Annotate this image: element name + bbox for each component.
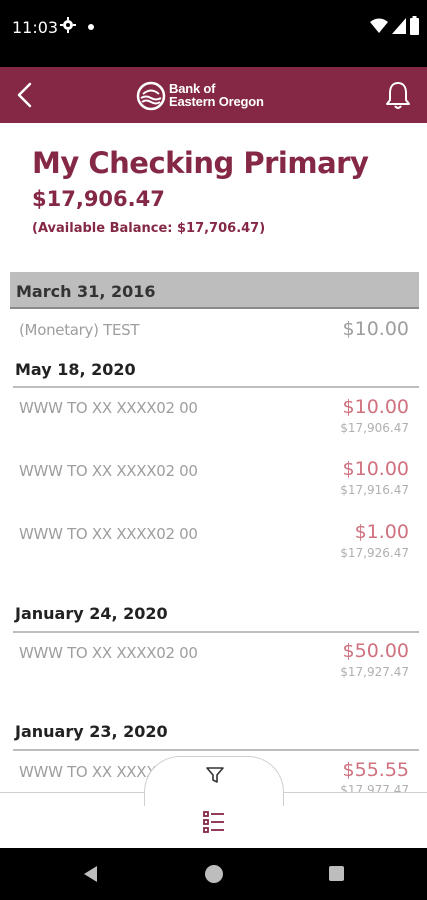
transaction-description: WWW TO XX XXXX02 00 xyxy=(19,525,198,543)
transaction-amount: $10.00 xyxy=(342,318,409,340)
available-balance: (Available Balance: $17,706.47) xyxy=(32,221,266,236)
system-nav-bar xyxy=(0,848,427,900)
bell-icon[interactable] xyxy=(384,80,412,110)
running-balance: $17,906.47 xyxy=(340,421,409,435)
bank-logo-mark-icon xyxy=(136,81,166,111)
transaction-amount: $10.00 xyxy=(342,458,409,480)
running-balance: $17,926.47 xyxy=(340,546,409,560)
bank-name-line2: Eastern Oregon xyxy=(169,94,264,109)
transaction-amount: $10.00 xyxy=(342,396,409,418)
divider xyxy=(13,386,419,388)
divider xyxy=(13,749,419,751)
divider xyxy=(13,631,419,633)
status-time: 11:03 xyxy=(12,18,59,37)
transaction-amount: $1.00 xyxy=(354,521,409,543)
back-arrow-icon[interactable] xyxy=(10,79,42,111)
transaction-amount: $55.55 xyxy=(342,759,409,781)
date-header: March 31, 2016 xyxy=(10,272,419,309)
notification-dot-icon xyxy=(88,24,94,30)
transaction-description: WWW TO XX XXXX02 00 xyxy=(19,462,198,480)
app-header: Bank of Eastern Oregon xyxy=(0,67,427,123)
signal-icon xyxy=(392,18,406,34)
list-icon[interactable] xyxy=(203,811,225,833)
transaction-amount: $50.00 xyxy=(342,640,409,662)
nav-back-icon[interactable] xyxy=(82,865,100,883)
transaction-description: WWW TO XX XXXX02 00 xyxy=(19,399,198,417)
date-header-label: March 31, 2016 xyxy=(16,282,156,301)
date-header: May 18, 2020 xyxy=(15,360,136,379)
account-balance: $17,906.47 xyxy=(32,187,165,211)
gear-icon xyxy=(60,17,76,33)
bank-logo: Bank of Eastern Oregon xyxy=(136,77,296,113)
nav-home-icon[interactable] xyxy=(205,865,223,883)
transaction-description: (Monetary) TEST xyxy=(19,321,140,339)
battery-icon xyxy=(410,16,419,35)
nav-recent-apps-icon[interactable] xyxy=(329,866,344,881)
filter-tab[interactable] xyxy=(144,756,284,806)
date-header: January 23, 2020 xyxy=(15,722,168,741)
transaction-description: WWW TO XX XXXX02 00 xyxy=(19,644,198,662)
date-header: January 24, 2020 xyxy=(15,604,168,623)
bank-name: Bank of Eastern Oregon xyxy=(169,82,264,108)
running-balance: $17,927.47 xyxy=(340,665,409,679)
filter-icon[interactable] xyxy=(205,765,225,785)
wifi-icon xyxy=(370,18,388,33)
status-bar: 11:03 xyxy=(0,0,427,67)
account-name: My Checking Primary xyxy=(32,146,369,180)
running-balance: $17,916.47 xyxy=(340,483,409,497)
